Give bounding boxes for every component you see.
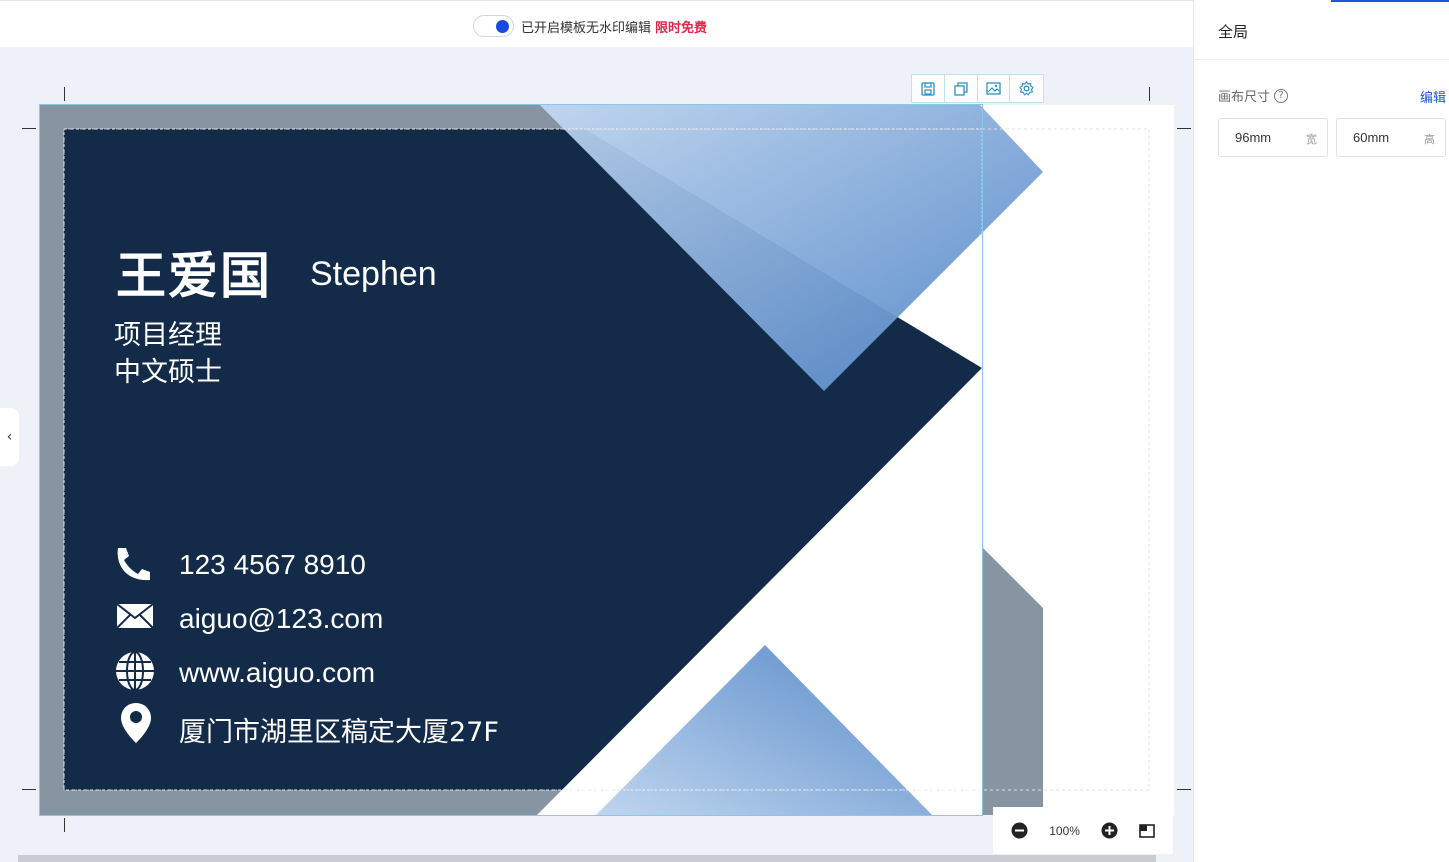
divider <box>1194 59 1449 60</box>
phone-icon <box>117 548 150 581</box>
fit-screen-icon[interactable] <box>1138 823 1155 838</box>
zoom-in-icon[interactable] <box>1101 822 1118 839</box>
save-button[interactable] <box>912 75 945 102</box>
zoom-level: 100% <box>1049 823 1080 838</box>
save-icon <box>921 81 935 96</box>
crop-mark <box>1177 128 1191 129</box>
watermark-notice: 已开启模板无水印编辑 限时免费 <box>521 17 707 36</box>
business-card[interactable] <box>40 105 1174 815</box>
zoom-out-icon[interactable] <box>1011 822 1028 839</box>
horizontal-scrollbar[interactable] <box>18 855 1156 862</box>
crop-mark <box>1149 87 1150 101</box>
sidebar-collapse-button[interactable]: ‹ <box>0 408 19 466</box>
width-unit: 宽 <box>1306 133 1317 146</box>
width-field[interactable]: 96mm 宽 <box>1218 118 1328 157</box>
name-cn[interactable]: 王爱国 <box>116 236 272 308</box>
address-text[interactable]: 厦门市湖里区稿定大厦27F <box>179 710 499 749</box>
crop-mark <box>22 789 36 790</box>
height-value: 60mm <box>1353 130 1390 145</box>
free-badge: 限时免费 <box>655 21 708 36</box>
toggle-knob <box>496 20 509 33</box>
panel-title: 全局 <box>1218 23 1249 41</box>
crop-mark <box>22 128 36 129</box>
settings-button[interactable] <box>1010 75 1043 102</box>
gear-icon <box>1019 81 1034 96</box>
watermark-bar: 已开启模板无水印编辑 限时免费 <box>0 0 1193 47</box>
width-value: 96mm <box>1235 130 1272 145</box>
element-toolbar <box>911 74 1044 103</box>
watermark-label: 已开启模板无水印编辑 <box>521 21 652 36</box>
location-pin-icon <box>121 703 151 743</box>
name-en[interactable]: Stephen <box>310 255 437 294</box>
chevron-left-icon: ‹ <box>6 429 13 445</box>
replace-image-button[interactable] <box>978 75 1011 102</box>
copy-button[interactable] <box>945 75 978 102</box>
canvas-size-label: 画布尺寸? <box>1218 86 1289 105</box>
job-title[interactable]: 项目经理 <box>114 313 222 352</box>
height-unit: 高 <box>1424 133 1435 146</box>
image-icon <box>986 82 1001 95</box>
crop-mark <box>1177 789 1191 790</box>
email-text[interactable]: aiguo@123.com <box>179 603 383 635</box>
crop-mark <box>64 87 65 101</box>
active-tab-indicator <box>1331 0 1449 2</box>
height-field[interactable]: 60mm 高 <box>1336 118 1446 157</box>
email-icon <box>116 603 154 629</box>
canvas-size-text: 画布尺寸 <box>1218 90 1271 105</box>
phone-text[interactable]: 123 4567 8910 <box>179 549 366 581</box>
website-text[interactable]: www.aiguo.com <box>179 657 375 689</box>
card-background <box>40 105 1150 815</box>
globe-icon <box>116 651 154 691</box>
watermark-toggle[interactable] <box>473 15 514 37</box>
crop-mark <box>64 818 65 832</box>
degree[interactable]: 中文硕士 <box>114 350 222 389</box>
properties-panel: 全局 画布尺寸? 编辑 96mm 宽 60mm 高 <box>1193 0 1449 862</box>
copy-icon <box>953 81 968 96</box>
help-icon[interactable]: ? <box>1274 88 1289 103</box>
zoom-bar: 100% <box>993 807 1173 854</box>
edit-size-link[interactable]: 编辑 <box>1420 87 1446 106</box>
